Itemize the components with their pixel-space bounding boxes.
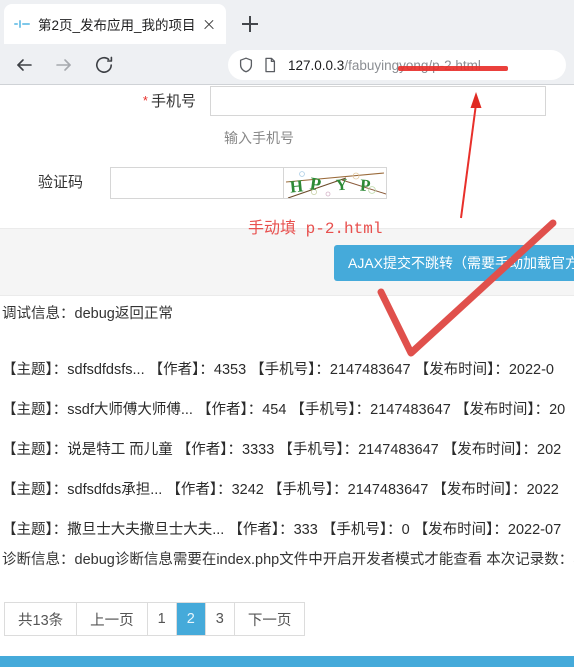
back-arrow-icon[interactable] <box>8 49 40 81</box>
phone-input[interactable] <box>210 86 546 116</box>
required-marker: * <box>142 93 148 108</box>
browser-chrome: 第2页_发布应用_我的项目 127.0.0.3/fabuyingyong/p-2… <box>0 0 574 85</box>
reload-icon[interactable] <box>88 49 120 81</box>
debug-value: debug返回正常 <box>74 306 173 322</box>
shield-icon[interactable] <box>236 55 256 75</box>
diagnostic-info-line: 诊断信息：debug诊断信息需要在index.php文件中开启开发者模式才能查看… <box>2 552 574 568</box>
page-content: * 手机号 输入手机号 验证码 H P Y P AJAX提交不跳转（需要手动加载… <box>0 85 574 667</box>
phone-label: * 手机号 <box>0 85 210 118</box>
url-text: 127.0.0.3/fabuyingyong/p-2.html <box>288 58 481 73</box>
url-bar[interactable]: 127.0.0.3/fabuyingyong/p-2.html <box>228 50 566 80</box>
pagination-total: 共13条 <box>5 603 78 635</box>
captcha-image[interactable]: H P Y P <box>283 167 387 199</box>
ajax-submit-button[interactable]: AJAX提交不跳转（需要手动加载官方 <box>334 245 574 281</box>
url-host: 127.0.0.3 <box>288 57 345 73</box>
list-item[interactable]: 【主题】：sdfsdfds承担... 【作者】：3242 【手机号】：21474… <box>0 470 574 510</box>
list-item[interactable]: 【主题】：说是特工 而儿童 【作者】：3333 【手机号】：2147483647… <box>0 430 574 470</box>
pagination-page-1[interactable]: 1 <box>147 603 177 635</box>
captcha-label: 验证码 <box>38 174 84 191</box>
pagination: 共13条 上一页 1 2 3 下一页 <box>4 602 306 636</box>
phone-label-text: 手机号 <box>150 93 196 110</box>
pagination-page-2[interactable]: 2 <box>176 603 206 635</box>
new-tab-plus-icon[interactable] <box>236 10 264 38</box>
list-item[interactable]: 【主题】：ssdf大师傅大师傅... 【作者】：454 【手机号】：214748… <box>0 390 574 430</box>
ajax-panel: AJAX提交不跳转（需要手动加载官方 <box>0 228 574 296</box>
debug-info-line: 调试信息：debug返回正常 <box>0 302 574 323</box>
pagination-page-3[interactable]: 3 <box>205 603 235 635</box>
form-row-captcha: 验证码 H P Y P <box>0 161 574 205</box>
forward-arrow-icon[interactable] <box>48 49 80 81</box>
page-document-icon[interactable] <box>260 55 280 75</box>
footer-bar <box>0 656 574 667</box>
tab-title: 第2页_发布应用_我的项目 <box>38 18 194 33</box>
pagination-prev[interactable]: 上一页 <box>77 603 148 635</box>
list-item[interactable]: 【主题】：sdfsdfdsfs... 【作者】：4353 【手机号】：21474… <box>0 350 574 390</box>
pagination-next[interactable]: 下一页 <box>234 603 305 635</box>
tab-strip: 第2页_发布应用_我的项目 <box>0 0 574 44</box>
form-area: * 手机号 输入手机号 验证码 H P Y P <box>0 85 574 205</box>
debug-label: 调试信息： <box>2 306 75 322</box>
list-item[interactable]: 【主题】：撒旦士大夫撒旦士大夫... 【作者】：333 【手机号】：0 【发布时… <box>0 510 574 550</box>
link-favicon-icon <box>14 16 30 32</box>
form-row-phone: * 手机号 <box>0 85 574 123</box>
record-list: 【主题】：sdfsdfdsfs... 【作者】：4353 【手机号】：21474… <box>0 350 574 550</box>
phone-hint: 输入手机号 <box>224 130 294 146</box>
url-path: /fabuyingyong/p-2.html <box>344 57 481 73</box>
captcha-input[interactable] <box>110 167 283 199</box>
close-icon[interactable] <box>198 13 220 35</box>
browser-tab[interactable]: 第2页_发布应用_我的项目 <box>4 4 226 44</box>
